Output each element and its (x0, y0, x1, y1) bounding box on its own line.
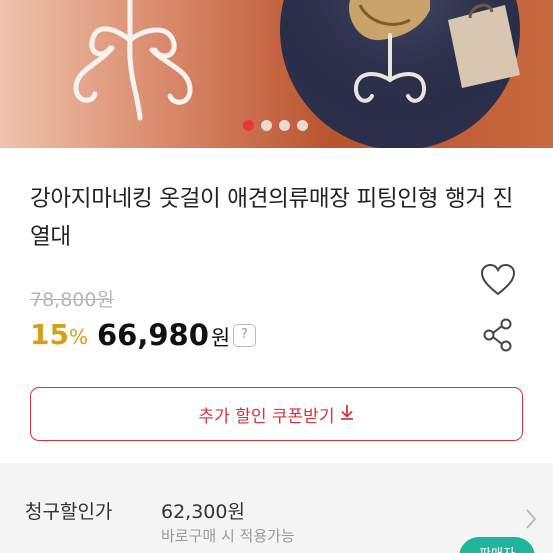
download-arrow-icon (340, 404, 354, 425)
share-icon[interactable] (483, 318, 513, 356)
chevron-right-icon[interactable] (524, 507, 538, 535)
coupon-download-button[interactable]: 추가 할인 쿠폰받기 (30, 387, 523, 441)
carousel-dot[interactable] (279, 120, 290, 131)
claim-price: 62,300원 (161, 501, 245, 523)
carousel-dot[interactable] (297, 120, 308, 131)
carousel-dot[interactable] (261, 120, 272, 131)
claim-subtext: 바로구매 시 적용가능 (161, 527, 295, 545)
price-value: 66,980 (97, 318, 209, 352)
discount-unit: % (68, 325, 88, 349)
heart-icon[interactable] (480, 263, 516, 301)
seller-button[interactable]: 판매자 (459, 537, 535, 553)
carousel-dot[interactable] (243, 120, 254, 131)
carousel-indicator (243, 120, 308, 131)
question-icon[interactable]: ? (233, 324, 256, 347)
product-image-carousel[interactable] (0, 0, 553, 148)
claim-label: 청구할인가 (25, 501, 113, 523)
sale-price: 66,980원 (97, 318, 230, 352)
coupon-label: 추가 할인 쿠폰받기 (198, 406, 335, 427)
product-title: 강아지마네킹 옷걸이 애견의류매장 피팅인형 행거 진열대 (30, 186, 514, 250)
discount-rate: 15% (30, 318, 88, 351)
discount-value: 15 (30, 318, 69, 351)
original-price: 78,800원 (30, 289, 114, 311)
price-unit: 원 (210, 326, 231, 350)
